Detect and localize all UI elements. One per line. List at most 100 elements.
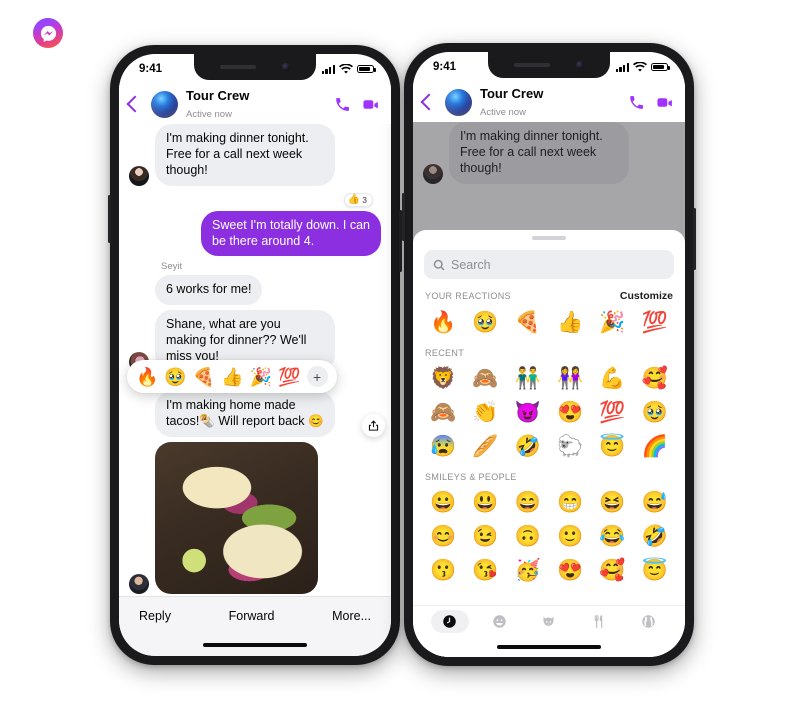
emoji-cell[interactable]: 💯 — [591, 397, 633, 427]
category-animals[interactable] — [530, 610, 568, 633]
emoji-cell[interactable]: 🥹 — [634, 397, 676, 427]
emoji-cell[interactable]: 🍕 — [507, 307, 549, 337]
emoji-cell[interactable]: 😊 — [422, 521, 464, 551]
emoji-category-bar — [413, 605, 685, 637]
emoji-cell[interactable]: 👭 — [549, 363, 591, 393]
emoji-cell[interactable]: 🦁 — [422, 363, 464, 393]
emoji-cell[interactable]: 🙃 — [507, 521, 549, 551]
search-area: Search — [413, 246, 685, 288]
emoji-cell[interactable]: 😆 — [591, 487, 633, 517]
emoji-cell[interactable]: 😅 — [634, 487, 676, 517]
reply-button[interactable]: Reply — [139, 609, 171, 623]
message-bubble[interactable]: I'm making home made tacos!🌯 Will report… — [155, 390, 335, 437]
reaction-picker-bar[interactable]: 🔥 🥹 🍕 👍 🎉 💯 + — [127, 360, 337, 393]
search-input[interactable]: Search — [424, 250, 674, 279]
emoji-cell[interactable]: 😄 — [507, 487, 549, 517]
phone-call-icon[interactable] — [334, 96, 351, 113]
forward-button[interactable]: Forward — [229, 609, 275, 623]
reaction-pleading-icon[interactable]: 🥹 — [164, 368, 186, 386]
emoji-cell[interactable]: 👏 — [464, 397, 506, 427]
message-bubble[interactable]: I'm making dinner tonight. Free for a ca… — [155, 124, 335, 186]
emoji-cell[interactable]: 😈 — [507, 397, 549, 427]
emoji-cell[interactable]: 🥰 — [634, 363, 676, 393]
status-badge[interactable]: 👍 3 — [343, 192, 373, 207]
message-thread-left[interactable]: I'm making dinner tonight. Free for a ca… — [119, 124, 391, 596]
page-title: Tour Crew — [186, 87, 250, 103]
emoji-scroll-area[interactable]: YOUR REACTIONS Customize 🔥 🥹 🍕 👍 🎉 💯 REC… — [413, 288, 685, 605]
wifi-icon — [339, 63, 353, 74]
message-row: I'm making dinner tonight. Free for a ca… — [129, 124, 381, 186]
earpiece-speaker — [514, 63, 550, 67]
page-title: Tour Crew — [480, 85, 544, 101]
emoji-cell[interactable]: 🥖 — [464, 431, 506, 461]
emoji-cell[interactable]: 👬 — [507, 363, 549, 393]
taco-photo[interactable] — [155, 441, 318, 594]
emoji-cell[interactable]: 🙂 — [549, 521, 591, 551]
emoji-grid-recent[interactable]: 🦁 🙈 👬 👭 💪 🥰 🙈 👏 😈 😍 💯 🥹 😰 🥖 🤣 🐑 😇 🌈 — [422, 363, 676, 461]
emoji-cell[interactable]: 😂 — [591, 521, 633, 551]
header-actions — [628, 94, 673, 111]
back-chevron-icon[interactable] — [420, 93, 438, 111]
reaction-hundred-icon[interactable]: 💯 — [278, 368, 300, 386]
share-icon — [368, 420, 379, 431]
reaction-pizza-icon[interactable]: 🍕 — [193, 368, 215, 386]
emoji-cell[interactable]: 😰 — [422, 431, 464, 461]
emoji-cell[interactable]: 😉 — [464, 521, 506, 551]
add-reaction-button[interactable]: + — [306, 366, 328, 387]
emoji-cell[interactable]: 💯 — [634, 307, 676, 337]
emoji-cell[interactable]: 🥰 — [591, 555, 633, 585]
video-call-icon[interactable] — [362, 96, 379, 113]
emoji-cell[interactable]: 🥳 — [507, 555, 549, 585]
reaction-thumbsup-icon[interactable]: 👍 — [221, 368, 243, 386]
group-avatar[interactable] — [151, 90, 178, 118]
emoji-cell[interactable]: 😁 — [549, 487, 591, 517]
emoji-cell[interactable]: 🔥 — [422, 307, 464, 337]
section-title: RECENT — [425, 348, 465, 358]
home-indicator[interactable] — [497, 645, 601, 649]
emoji-cell[interactable]: 🤣 — [634, 521, 676, 551]
phone-call-icon[interactable] — [628, 94, 645, 111]
emoji-cell[interactable]: 💪 — [591, 363, 633, 393]
category-activities[interactable] — [629, 610, 667, 633]
more-button[interactable]: More... — [332, 609, 371, 623]
emoji-cell[interactable]: 🙈 — [422, 397, 464, 427]
customize-button[interactable]: Customize — [620, 290, 673, 302]
emoji-cell[interactable]: 😘 — [464, 555, 506, 585]
video-call-icon[interactable] — [656, 94, 673, 111]
emoji-cell[interactable]: 😀 — [422, 487, 464, 517]
emoji-cell[interactable]: 🥹 — [464, 307, 506, 337]
message-bubble[interactable]: 6 works for me! — [155, 275, 263, 306]
emoji-cell[interactable]: 😍 — [549, 397, 591, 427]
emoji-cell[interactable]: 😍 — [549, 555, 591, 585]
emoji-grid-your-reactions[interactable]: 🔥 🥹 🍕 👍 🎉 💯 — [422, 307, 676, 337]
emoji-cell[interactable]: 🤣 — [507, 431, 549, 461]
emoji-cell[interactable]: 😗 — [422, 555, 464, 585]
emoji-grid-smileys[interactable]: 😀 😃 😄 😁 😆 😅 😊 😉 🙃 🙂 😂 🤣 😗 😘 🥳 😍 🥰 😇 — [422, 487, 676, 585]
back-chevron-icon[interactable] — [126, 95, 144, 113]
search-icon — [433, 259, 445, 270]
emoji-cell[interactable]: 🙈 — [464, 363, 506, 393]
home-indicator[interactable] — [203, 643, 307, 647]
clock-icon — [443, 615, 457, 628]
share-button[interactable] — [362, 414, 385, 437]
sheet-grabber[interactable] — [413, 230, 685, 246]
message-bubble[interactable]: Sweet I'm totally down. I can be there a… — [201, 210, 381, 257]
category-recent[interactable] — [430, 610, 469, 633]
section-header-smileys: SMILEYS & PEOPLE — [422, 470, 676, 487]
reaction-party-icon[interactable]: 🎉 — [250, 368, 272, 386]
emoji-cell[interactable]: 😇 — [634, 555, 676, 585]
wifi-icon — [633, 61, 647, 72]
category-smileys[interactable] — [480, 610, 518, 633]
home-indicator-area — [119, 634, 391, 656]
emoji-cell[interactable]: 👍 — [549, 307, 591, 337]
emoji-cell[interactable]: 🌈 — [634, 431, 676, 461]
message-action-bar: Reply Forward More... — [119, 596, 391, 634]
emoji-cell[interactable]: 😇 — [591, 431, 633, 461]
emoji-cell[interactable]: 🎉 — [591, 307, 633, 337]
group-avatar[interactable] — [445, 88, 472, 116]
reaction-fire-icon[interactable]: 🔥 — [136, 368, 158, 386]
emoji-cell[interactable]: 😃 — [464, 487, 506, 517]
category-food[interactable] — [580, 610, 618, 633]
emoji-cell[interactable]: 🐑 — [549, 431, 591, 461]
